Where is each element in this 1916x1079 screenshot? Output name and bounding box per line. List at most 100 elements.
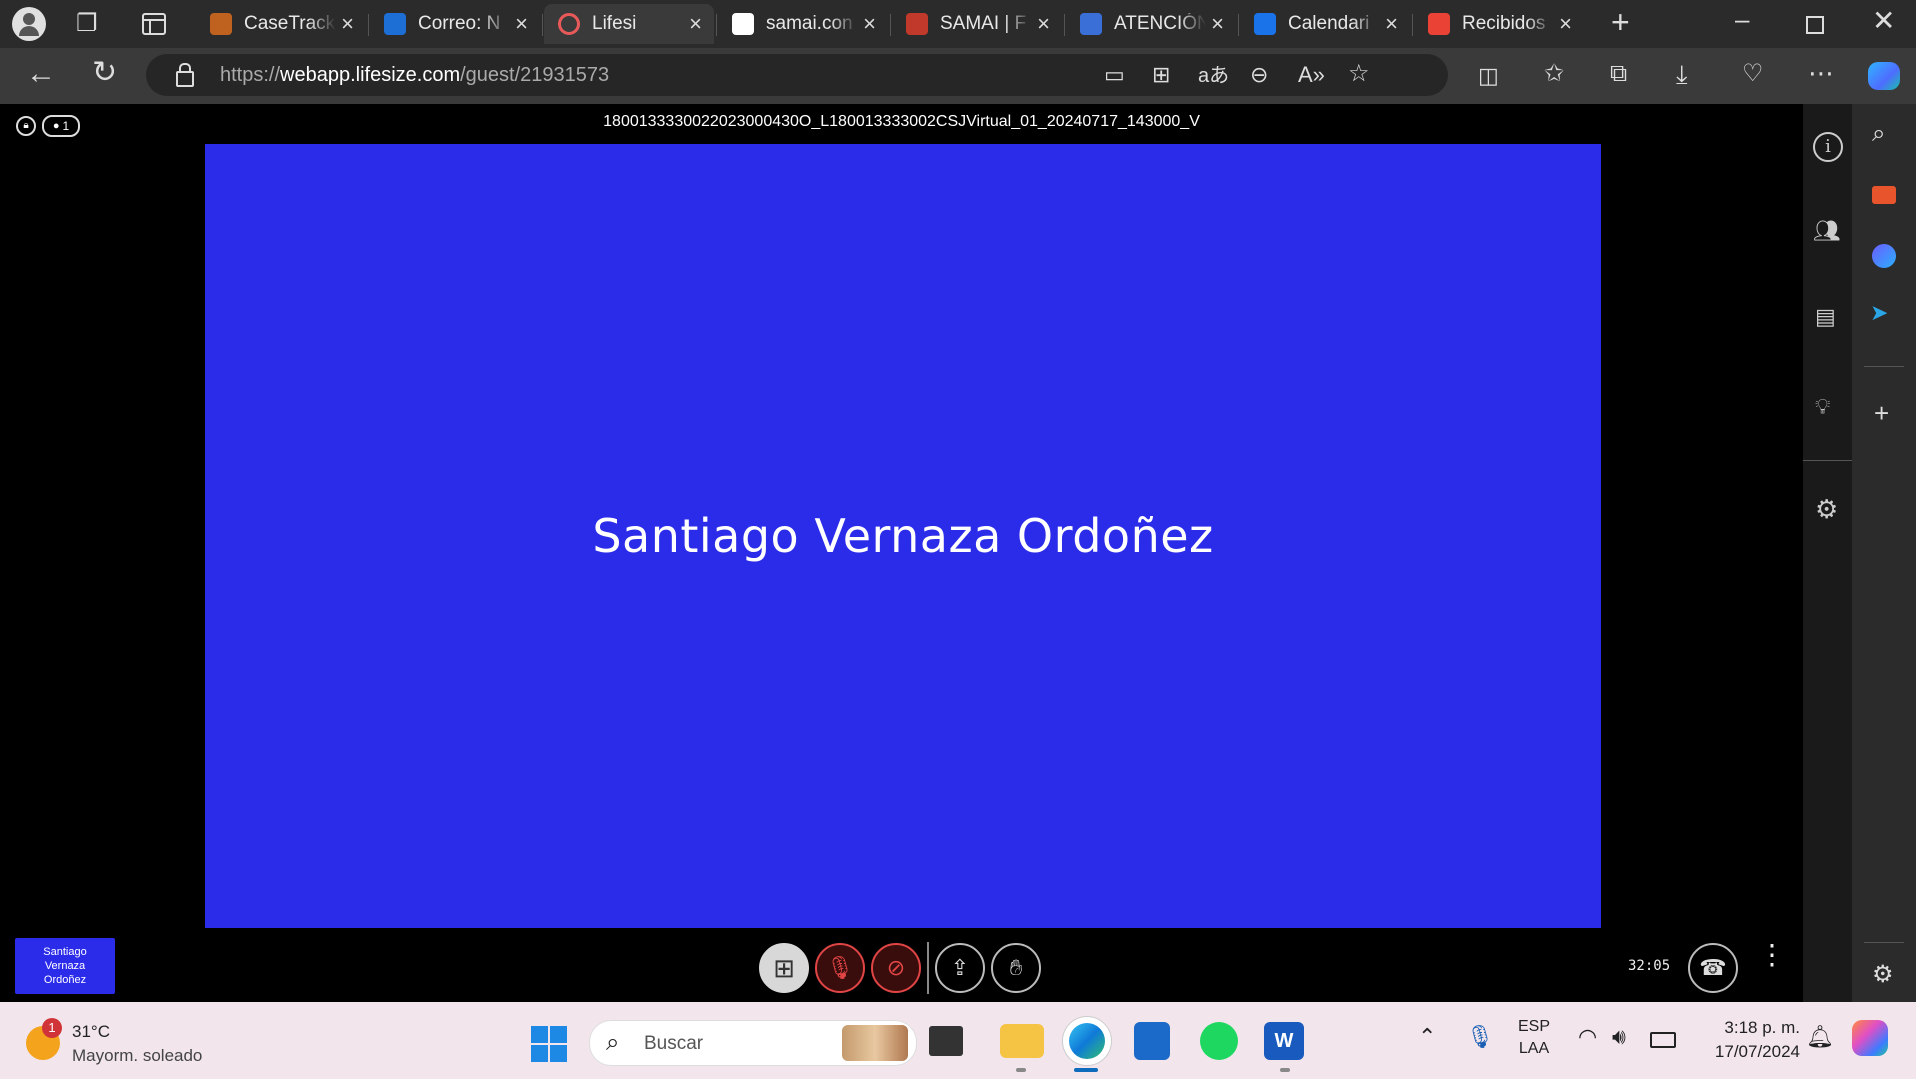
add-sidebar-app-icon[interactable]: + [1874,398,1889,429]
weather-widget[interactable]: 1 31°C Mayorm. soleado [26,1018,246,1068]
split-screen-icon[interactable]: ◫ [1478,63,1499,89]
close-window-button[interactable]: ✕ [1872,7,1895,35]
favorite-star-icon[interactable]: ☆ [1348,61,1370,87]
battery-icon[interactable] [1650,1032,1676,1048]
read-aloud-icon[interactable]: A» [1298,62,1325,88]
word-icon[interactable]: W [1264,1022,1304,1060]
profile-avatar-icon[interactable] [12,7,46,41]
microsoft-store-icon[interactable] [1134,1022,1170,1060]
workspaces-icon[interactable]: ❐ [76,11,98,37]
restore-button[interactable] [1806,16,1824,34]
vertical-tabs-icon[interactable] [142,13,166,35]
browser-tab[interactable]: Recibidos × [1414,4,1584,44]
browser-tab[interactable]: Correo: N × [370,4,540,44]
weather-description: Mayorm. soleado [72,1046,203,1065]
windows-taskbar: 1 31°C Mayorm. soleado ⌕ Buscar W ⌃ 🎙︎ E… [0,1002,1916,1079]
lock-icon[interactable] [176,71,194,87]
document-icon [732,13,754,35]
copilot-taskbar-icon[interactable] [1852,1020,1888,1056]
browser-tab[interactable]: Lifesi × [544,4,714,44]
mute-mic-button[interactable]: 🎙︎ [815,943,865,993]
url-text[interactable]: https://webapp.lifesize.com/guest/219315… [220,64,609,87]
share-screen-button[interactable]: ⇪ [935,943,985,993]
tab-separator [716,14,717,36]
browser-essentials-icon[interactable]: ♡ [1742,61,1764,87]
app-available-icon[interactable]: ⊞ [1152,62,1170,88]
refresh-icon[interactable]: ↻ [92,58,117,88]
close-tab-icon[interactable]: × [1385,11,1398,37]
zoom-out-icon[interactable]: ⊖ [1250,62,1268,88]
outlook-icon [384,13,406,35]
browser-tab[interactable]: ATENCIÓN × [1066,4,1236,44]
self-view-name: Santiago Vernaza Ordoñez [43,946,87,986]
address-bar[interactable]: https://webapp.lifesize.com/guest/219315… [146,54,1448,96]
back-arrow-icon[interactable]: ← [26,59,56,89]
microphone-tray-icon[interactable]: 🎙︎ [1466,1024,1494,1050]
participants-icon[interactable]: 👥︎ [1813,218,1841,244]
close-tab-icon[interactable]: × [515,11,528,37]
call-timer: 32:05 [1628,958,1671,974]
hang-up-button[interactable]: ☎︎ [1688,943,1738,993]
show-hidden-icons-chevron[interactable]: ⌃ [1418,1024,1436,1050]
clock[interactable]: 3:18 p. m. 17/07/2024 [1694,1016,1800,1064]
close-tab-icon[interactable]: × [863,11,876,37]
raise-hand-button[interactable]: ✋︎ [991,943,1041,993]
tools-icon[interactable] [1872,186,1896,204]
grid-app-icon [1080,13,1102,35]
new-tab-button[interactable]: + [1611,6,1630,38]
gmail-icon [1428,13,1450,35]
copilot-sidebar-icon[interactable] [1872,244,1896,268]
sidebar-divider-bottom [1864,942,1904,943]
file-explorer-icon[interactable] [1000,1024,1044,1058]
panel-divider [1803,460,1852,461]
telegram-icon[interactable]: ➤ [1870,300,1888,326]
browser-tab[interactable]: samai.con × [718,4,888,44]
phone-hangup-icon: ☎︎ [1699,955,1727,980]
self-view-tile[interactable]: Santiago Vernaza Ordoñez [15,938,115,994]
browser-toolbar: ← ↻ https://webapp.lifesize.com/guest/21… [0,48,1916,104]
downloads-icon[interactable]: ⤓ [1676,61,1688,87]
lifesize-icon [558,13,580,35]
tab-title: Calendari [1288,13,1370,34]
copilot-icon[interactable] [1868,62,1900,90]
browser-tab[interactable]: Calendari × [1240,4,1410,44]
settings-icon[interactable]: ⚙︎ [1815,494,1838,525]
meeting-side-panel: i 👥︎ ▤ 💡︎ ⚙︎ [1803,104,1852,1002]
close-tab-icon[interactable]: × [1559,11,1572,37]
collections-icon[interactable]: ⧉ [1610,61,1627,87]
start-button[interactable] [531,1026,567,1062]
tab-title: samai.con [766,13,853,34]
task-view-icon[interactable] [929,1026,963,1056]
chat-icon[interactable]: ▤ [1815,304,1836,330]
camera-off-button[interactable]: ⊘ [871,943,921,993]
favorites-icon[interactable]: ✩ [1544,61,1564,87]
browser-tab[interactable]: CaseTrack × [196,4,366,44]
search-magnifier-icon: ⌕ [606,1029,620,1056]
translate-icon[interactable]: aあ [1198,63,1229,89]
volume-icon[interactable]: 🔊︎ [1612,1024,1626,1050]
wifi-icon[interactable]: ◠ [1578,1024,1597,1050]
spotify-icon[interactable] [1200,1022,1238,1060]
hand-icon: ✋︎ [1009,955,1023,980]
notifications-bell-icon[interactable]: 🔔︎ [1806,1024,1834,1050]
search-placeholder: Buscar [644,1033,704,1054]
layout-grid-button[interactable]: ⊞ [759,943,809,993]
info-icon[interactable]: i [1813,132,1843,162]
taskbar-search-box[interactable]: ⌕ Buscar [589,1020,917,1066]
more-options-icon[interactable]: ⋮ [1758,941,1786,969]
minimize-button[interactable]: – [1735,6,1749,32]
video-icon[interactable]: ▭ [1104,62,1125,88]
edge-icon[interactable] [1062,1016,1112,1066]
language-indicator[interactable]: ESP LAA [1518,1016,1550,1060]
sidebar-settings-icon[interactable]: ⚙︎ [1872,960,1894,989]
close-tab-icon[interactable]: × [1037,11,1050,37]
browser-tab[interactable]: SAMAI | F × [892,4,1062,44]
camera-off-icon: ⊘ [886,955,906,980]
close-tab-icon[interactable]: × [689,11,702,37]
mic-off-icon: 🎙︎ [826,955,854,980]
lightbulb-icon[interactable]: 💡︎ [1815,394,1830,420]
more-menu-icon[interactable]: ⋯ [1808,60,1834,86]
close-tab-icon[interactable]: × [1211,11,1224,37]
search-icon[interactable]: ⌕ [1872,120,1885,148]
close-tab-icon[interactable]: × [341,11,354,37]
